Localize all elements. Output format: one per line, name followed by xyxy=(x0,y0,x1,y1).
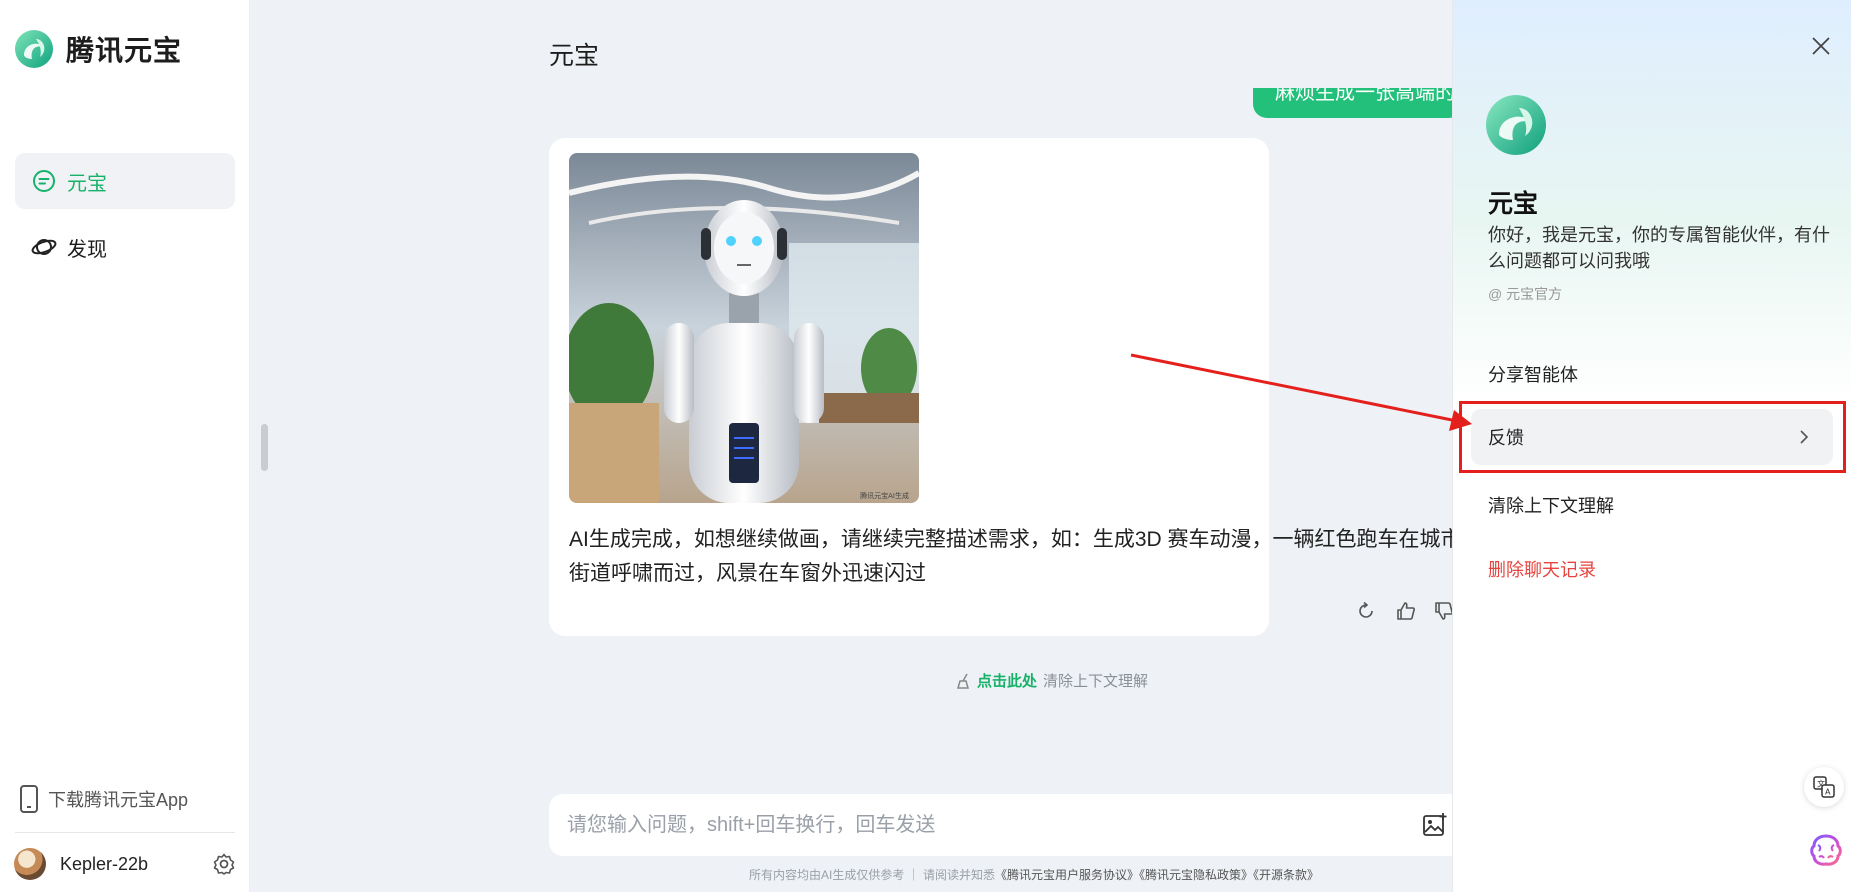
page-title: 元宝 xyxy=(549,42,600,70)
brand-name: 腾讯元宝 xyxy=(66,34,183,67)
avatar[interactable] xyxy=(14,848,46,880)
sidebar-item-discover[interactable]: 发现 xyxy=(15,219,235,275)
sidebar-item-label: 元宝 xyxy=(67,172,107,195)
assistant-message-card: 腾讯元宝AI生成 AI生成完成，如想继续做画，请继续完整描述需求，如：生成3D … xyxy=(549,138,1462,636)
share-agent-label: 分享智能体 xyxy=(1488,365,1578,385)
clear-context-button[interactable]: 清除上下文理解 xyxy=(1471,477,1833,533)
agent-name: 元宝 xyxy=(1488,190,1539,218)
user-message-text: 麻烦生成一张高端的 xyxy=(1275,88,1455,104)
sidebar-resize-handle[interactable] xyxy=(261,424,268,471)
broom-icon xyxy=(957,673,969,689)
gear-icon[interactable] xyxy=(212,852,236,876)
username: Kepler-22b xyxy=(60,853,149,874)
sidebar-divider xyxy=(15,832,235,833)
generated-image[interactable]: 腾讯元宝AI生成 xyxy=(569,153,919,503)
footer-disclaimer: 所有内容均由AI生成仅供参考 ｜ 请阅读并知悉《腾讯元宝用户服务协议》《腾讯元宝… xyxy=(749,866,1319,883)
annotation-highlight-box xyxy=(1459,401,1846,473)
svg-text:A: A xyxy=(1825,788,1831,797)
footer-legal-links[interactable]: 《腾讯元宝用户服务协议》《腾讯元宝隐私政策》《开源条款》 xyxy=(995,868,1319,882)
brand[interactable]: 腾讯元宝 xyxy=(14,28,182,70)
footer-note-text: 所有内容均由AI生成仅供参考 ｜ 请阅读并知悉 xyxy=(749,868,996,882)
agent-description: 你好，我是元宝，你的专属智能伙伴，有什么问题都可以问我哦 xyxy=(1488,225,1830,271)
clear-context-hint-text: 清除上下文理解 xyxy=(1043,673,1149,690)
translate-button[interactable]: 文A xyxy=(1804,767,1844,807)
delete-history-button[interactable]: 删除聊天记录 xyxy=(1471,541,1833,597)
user-profile[interactable]: Kepler-22b xyxy=(14,846,236,882)
planet-icon xyxy=(31,239,57,255)
robot-image-illustration: 腾讯元宝AI生成 xyxy=(569,153,919,503)
brain-icon[interactable] xyxy=(1806,830,1846,870)
chat-input[interactable] xyxy=(567,794,1367,856)
clear-context-link[interactable]: 点击此处 xyxy=(977,670,1037,691)
thumbs-up-icon[interactable] xyxy=(1395,600,1417,622)
agent-source: @ 元宝官方 xyxy=(1488,286,1563,302)
sidebar-item-label: 发现 xyxy=(67,238,107,261)
assistant-message-text: AI生成完成，如想继续做画，请继续完整描述需求，如：生成3D 赛车动漫，一辆红色… xyxy=(569,528,1462,585)
sidebar-item-yuanbao[interactable]: 元宝 xyxy=(15,153,235,209)
image-watermark: 腾讯元宝AI生成 xyxy=(860,491,909,500)
agent-avatar-icon xyxy=(1486,95,1546,155)
image-upload-icon[interactable] xyxy=(1422,812,1448,838)
close-icon[interactable] xyxy=(1809,34,1833,58)
yuanbao-logo-icon xyxy=(15,30,53,68)
share-agent-button[interactable]: 分享智能体 xyxy=(1471,346,1833,402)
chat-bubble-icon xyxy=(33,170,55,192)
user-message-bubble: 麻烦生成一张高端的 xyxy=(1253,88,1463,118)
phone-icon xyxy=(20,785,38,813)
download-app-link[interactable]: 下载腾讯元宝App xyxy=(18,783,188,815)
translate-icon: 文A xyxy=(1813,776,1835,798)
chat-input-box xyxy=(549,794,1489,856)
download-app-label: 下载腾讯元宝App xyxy=(48,790,189,810)
sidebar: 腾讯元宝 元宝 发现 下载腾讯元宝App Kepler-22b xyxy=(0,0,250,892)
clear-context-label: 清除上下文理解 xyxy=(1488,496,1614,516)
delete-history-label: 删除聊天记录 xyxy=(1488,560,1596,580)
regenerate-icon[interactable] xyxy=(1355,600,1377,622)
clear-context-hint: 点击此处 清除上下文理解 xyxy=(955,670,1148,691)
